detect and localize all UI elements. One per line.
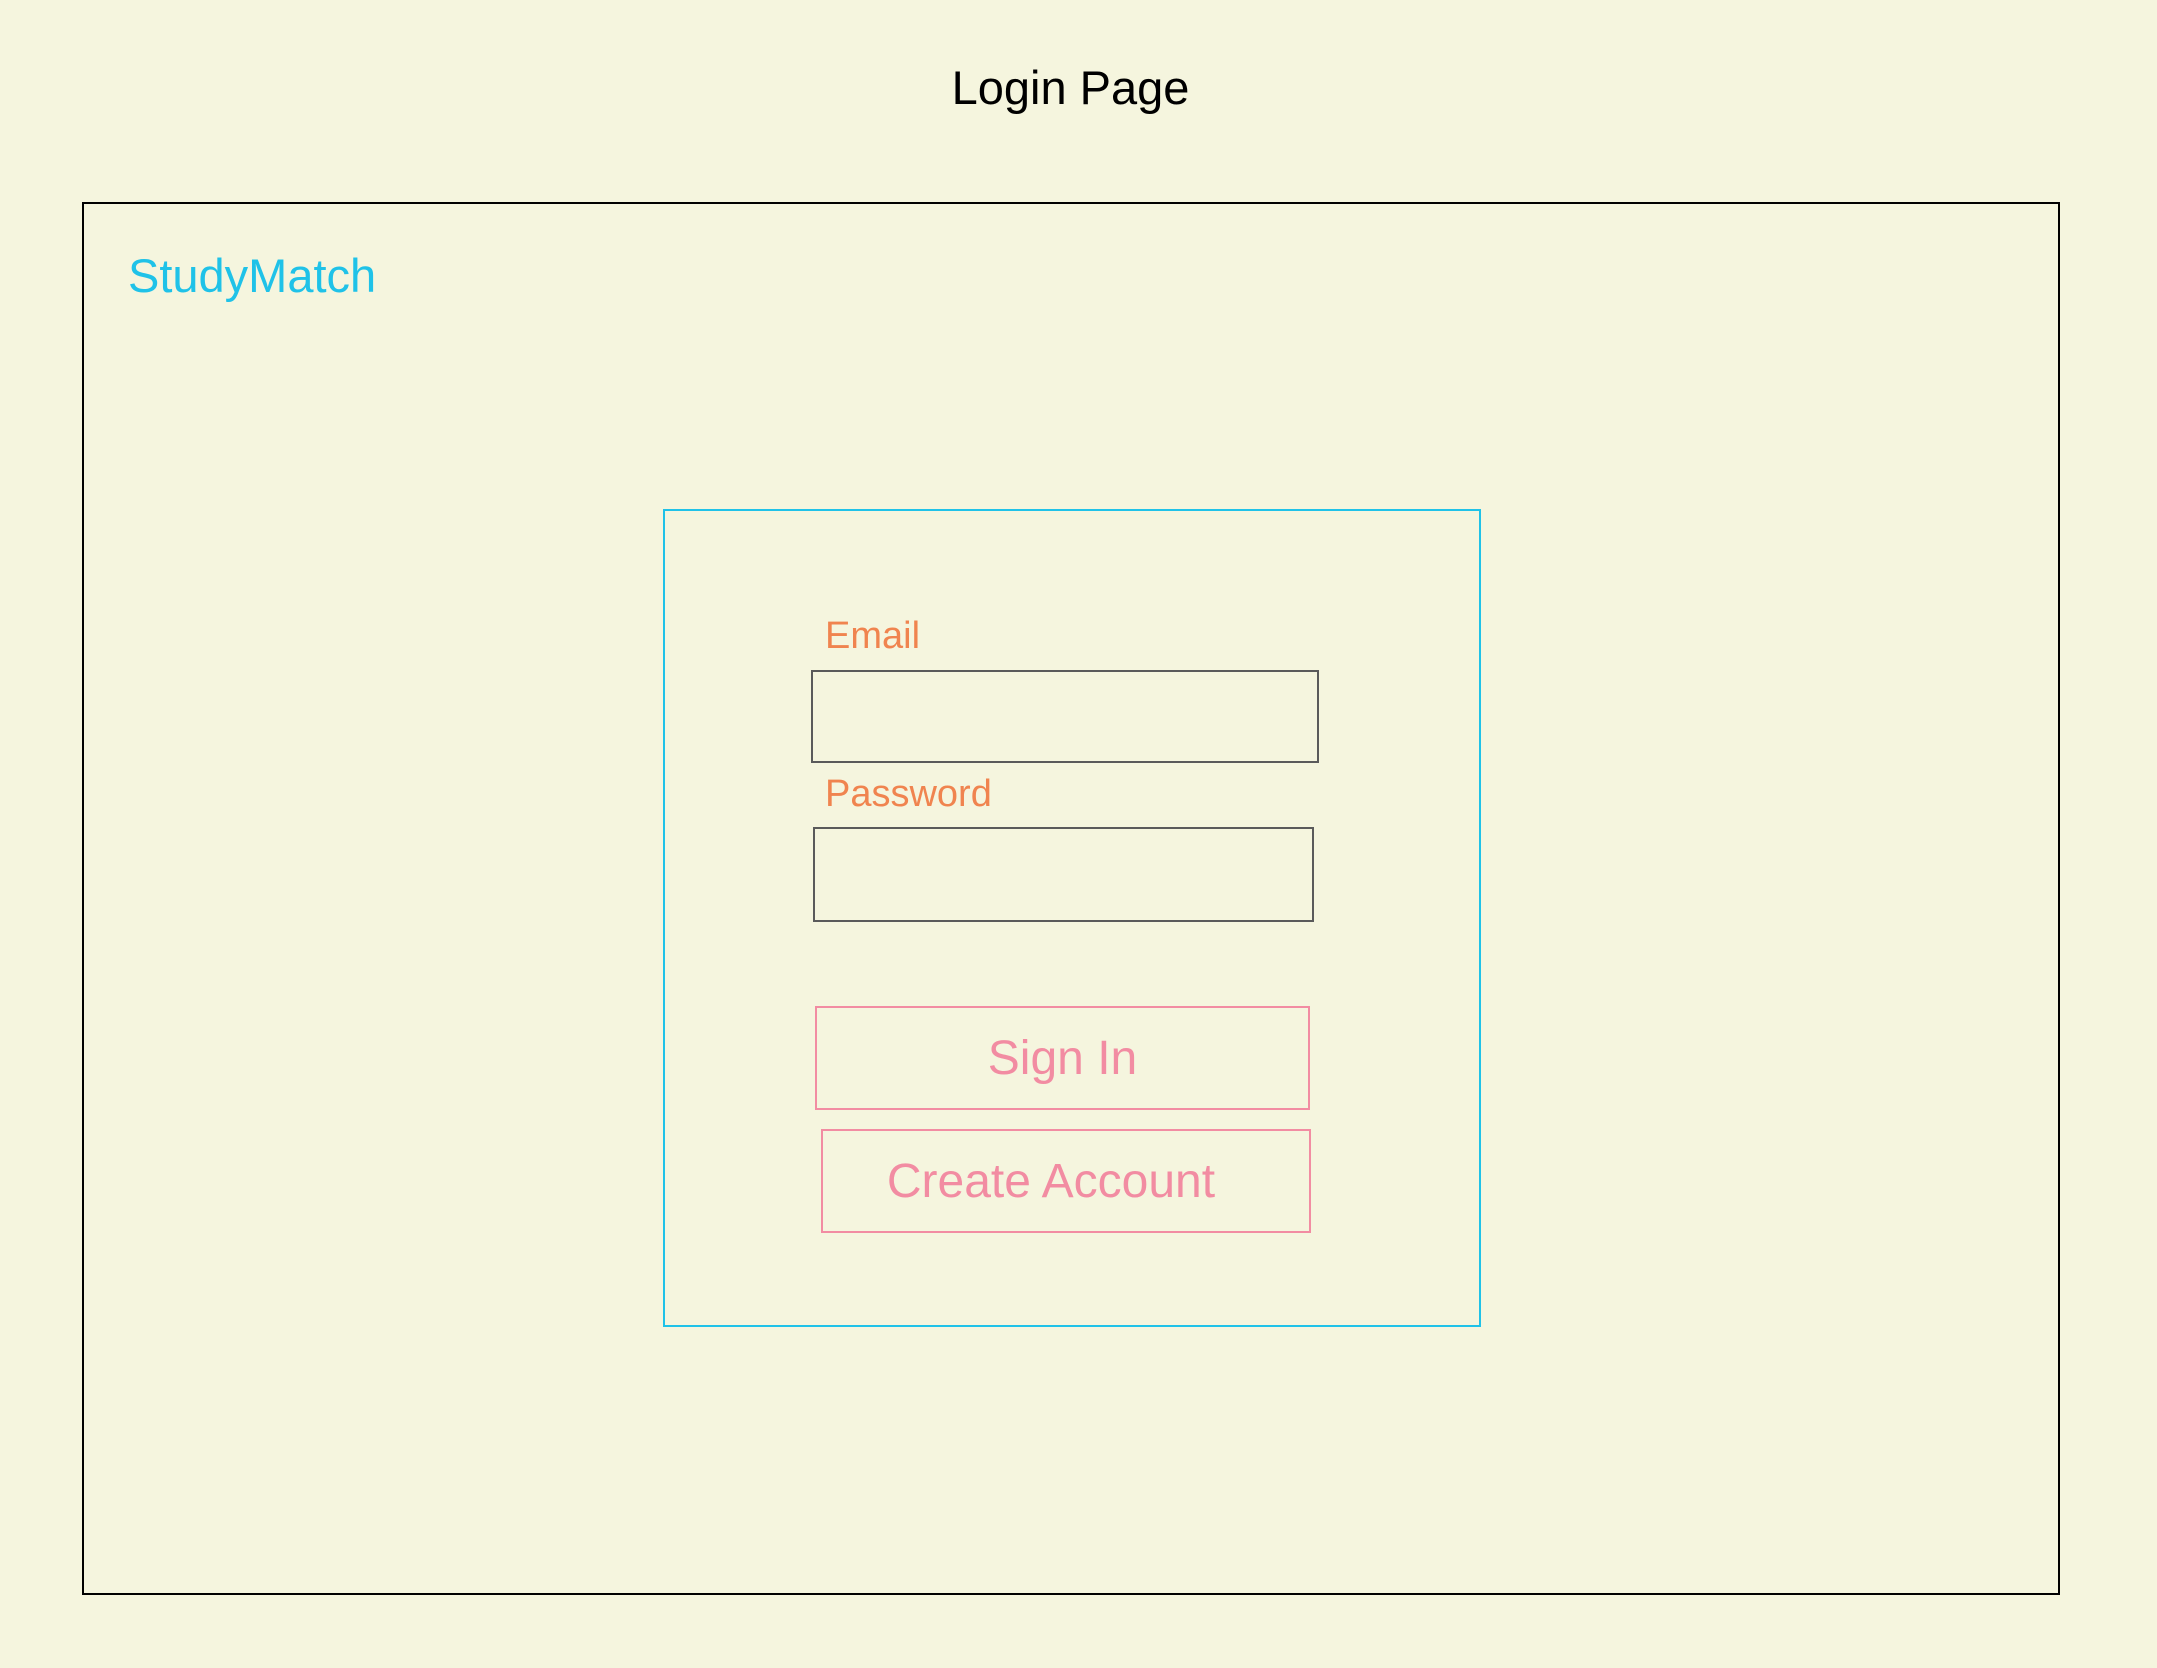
password-input[interactable]	[813, 827, 1314, 922]
password-label: Password	[825, 773, 992, 815]
email-label: Email	[825, 615, 921, 657]
email-input[interactable]	[811, 670, 1319, 763]
brand-logo: StudyMatch	[128, 249, 377, 302]
login-page: Login Page StudyMatch Email Password Sig…	[0, 0, 2157, 1668]
page-title: Login Page	[951, 61, 1190, 114]
create-account-button[interactable]: Create Account	[821, 1129, 1311, 1233]
sign-in-button[interactable]: Sign In	[815, 1006, 1310, 1110]
